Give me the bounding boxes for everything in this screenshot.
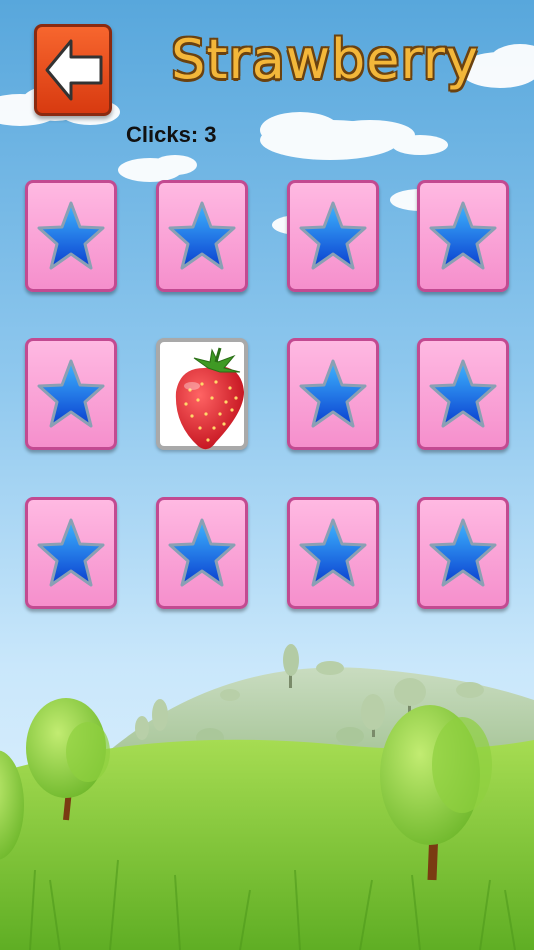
- card-face-down[interactable]: [287, 180, 379, 292]
- landscape-background: [0, 44, 534, 950]
- star-icon: [37, 518, 105, 587]
- star-icon: [168, 201, 236, 270]
- card-face-down[interactable]: [25, 497, 117, 609]
- left-arrow-icon: [45, 39, 103, 101]
- card-face-down[interactable]: [417, 497, 509, 609]
- star-icon: [37, 201, 105, 270]
- star-icon: [299, 518, 367, 587]
- card-face-down[interactable]: [156, 180, 248, 292]
- card-face-down[interactable]: [417, 180, 509, 292]
- star-icon: [429, 359, 497, 428]
- star-icon: [429, 201, 497, 270]
- click-counter: Clicks: 3: [126, 122, 217, 148]
- card-face-down[interactable]: [287, 338, 379, 450]
- back-button[interactable]: [34, 24, 112, 116]
- card-face-down[interactable]: [25, 338, 117, 450]
- card-face-up[interactable]: [156, 338, 248, 450]
- card-face-down[interactable]: [156, 497, 248, 609]
- star-icon: [168, 518, 236, 587]
- page-title: Strawberry: [171, 28, 479, 91]
- game-screen: Strawberry Clicks: 3: [0, 0, 534, 950]
- card-face-down[interactable]: [417, 338, 509, 450]
- star-icon: [429, 518, 497, 587]
- clicks-label: Clicks:: [126, 122, 199, 147]
- clicks-value: 3: [204, 122, 217, 147]
- strawberry-icon: [175, 347, 244, 450]
- card-face-down[interactable]: [25, 180, 117, 292]
- star-icon: [37, 359, 105, 428]
- card-face-down[interactable]: [287, 497, 379, 609]
- star-icon: [299, 201, 367, 270]
- star-icon: [299, 359, 367, 428]
